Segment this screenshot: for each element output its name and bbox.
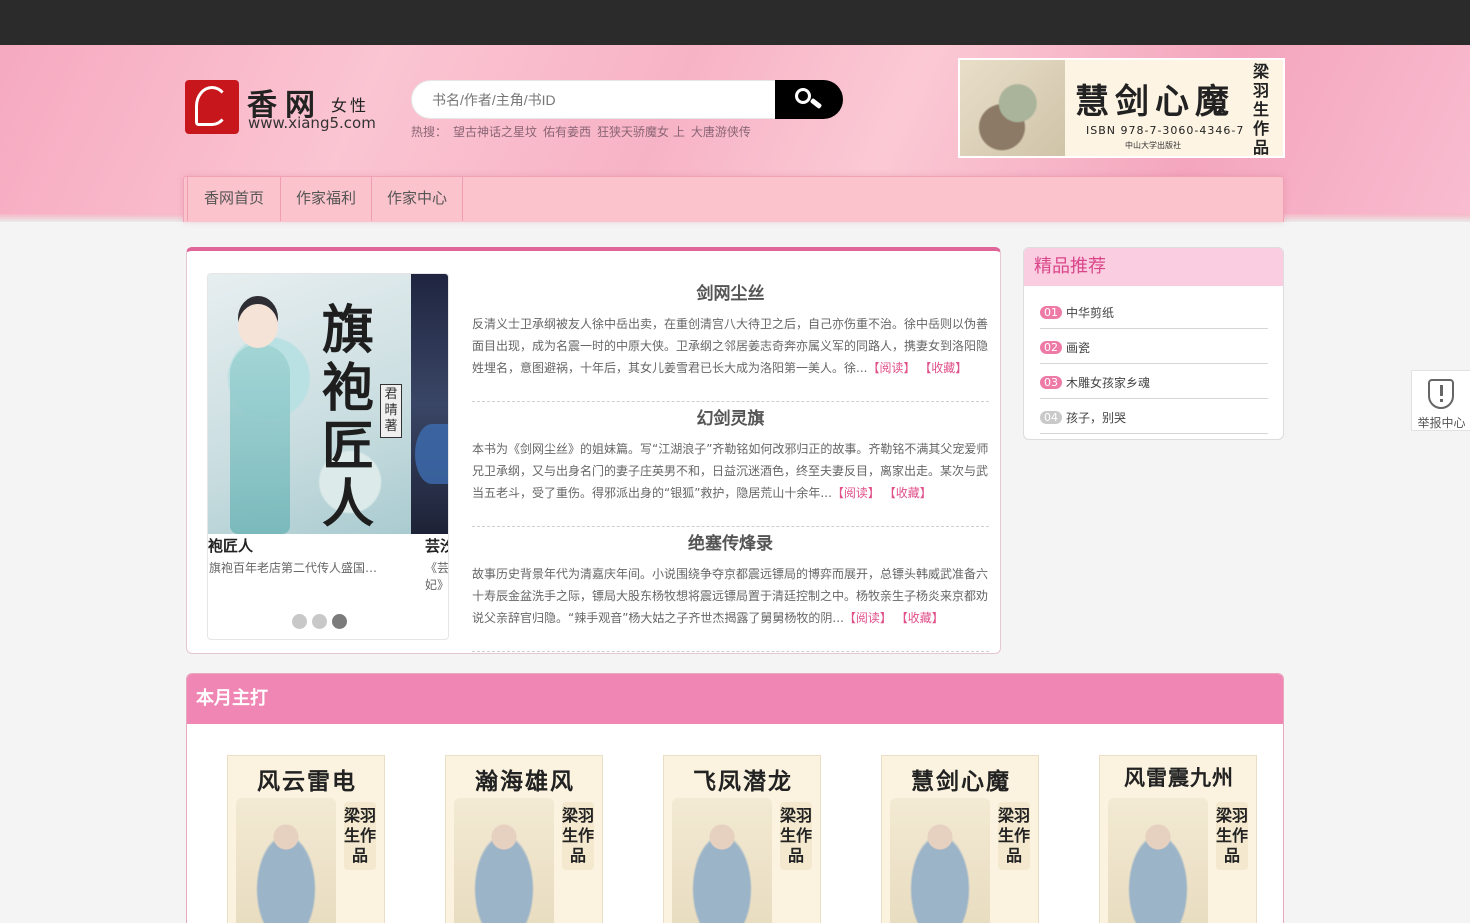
cover-book-title: 慧剑心魔 — [911, 768, 1011, 795]
recommend-title: 精品推荐 — [1024, 248, 1283, 286]
report-center-label: 举报中心 — [1417, 416, 1466, 430]
book-title[interactable]: 绝塞传烽录 — [472, 529, 989, 554]
cover-carousel: 旗袍匠人 君晴著 袍匠人 芸汐 旗袍百年老店第二代传人盛国… 《芸妃》 — [207, 273, 449, 640]
banner-isbn: ISBN 978-7-3060-4346-7 — [1086, 124, 1245, 137]
shield-icon — [1428, 379, 1454, 409]
cover-illustration — [454, 798, 554, 923]
monthly-book-cover[interactable]: 慧剑心魔 梁羽生作品 — [881, 755, 1039, 923]
cover-illustration — [890, 798, 990, 923]
monthly-cover-row: 风云雷电 梁羽生作品 瀚海雄风 梁羽生作品 飞凤潜龙 梁羽生作品 慧剑心魔 梁羽… — [227, 755, 1267, 923]
cover-author-vertical: 梁羽生作品 — [562, 802, 594, 870]
carousel-dot-active[interactable] — [332, 614, 347, 629]
collect-link[interactable]: 【收藏】 — [884, 486, 932, 500]
search-bar — [411, 80, 843, 119]
banner-title: 慧剑心魔 — [1075, 82, 1235, 122]
recommend-panel: 精品推荐 01 中华剪纸 02 画瓷 03 木雕女孩家乡魂 04 孩子，别哭 — [1023, 247, 1284, 440]
top-bar — [0, 0, 1470, 45]
hot-search-link[interactable]: 佑有姜西 — [543, 125, 591, 139]
featured-book: 剑网尘丝 反清义士卫承纲被友人徐中岳出卖，在重创清宫八大待卫之后，自己亦伤重不治… — [472, 277, 989, 402]
slide-title[interactable]: 袍匠人 — [208, 535, 408, 556]
site-logo[interactable]: 香网 女性 www.xiang5.com — [185, 80, 376, 136]
cover-author-vertical: 梁羽生作品 — [1216, 802, 1248, 870]
carousel-dot[interactable] — [312, 614, 327, 629]
slide-title[interactable]: 芸汐 — [425, 535, 448, 556]
recommend-item-name: 中华剪纸 — [1066, 306, 1115, 320]
rank-badge: 04 — [1040, 411, 1062, 424]
hot-search-link[interactable]: 望古神话之星坟 — [453, 125, 537, 139]
cover-author-vertical: 梁羽生作品 — [998, 802, 1030, 870]
recommend-item[interactable]: 04 孩子，别哭 — [1040, 399, 1268, 434]
carousel-next-cover[interactable] — [411, 274, 448, 534]
collect-link[interactable]: 【收藏】 — [896, 611, 944, 625]
hot-search-link[interactable]: 大唐游侠传 — [691, 125, 751, 139]
book-description: 故事历史背景年代为清嘉庆年间。小说围绕争夺京都震远镖局的博弈而展开，总镖头韩威武… — [472, 567, 989, 625]
hot-search-link[interactable]: 狂狭天骄魔女 上 — [597, 125, 685, 139]
search-input[interactable] — [411, 80, 781, 119]
nav-item-writer-center[interactable]: 作家中心 — [372, 177, 464, 221]
collect-link[interactable]: 【收藏】 — [919, 361, 967, 375]
logo-subtitle: 女性 — [331, 96, 370, 115]
cover-book-title: 风云雷电 — [257, 768, 357, 795]
search-button[interactable] — [775, 80, 843, 119]
slide-description: 《芸妃》 — [425, 561, 449, 592]
rank-badge: 02 — [1040, 341, 1062, 354]
hot-search-label: 热搜： — [411, 125, 448, 139]
featured-section: 旗袍匠人 君晴著 袍匠人 芸汐 旗袍百年老店第二代传人盛国… 《芸妃》 剑网尘丝… — [186, 247, 1001, 654]
read-link[interactable]: 【阅读】 — [867, 361, 915, 375]
logo-url: www.xiang5.com — [248, 114, 376, 132]
monthly-book-cover[interactable]: 飞凤潜龙 梁羽生作品 — [663, 755, 821, 923]
cover-author-vertical: 梁羽生作品 — [344, 802, 376, 870]
promo-banner[interactable]: 慧剑心魔 ISBN 978-7-3060-4346-7 中山大学出版社 梁羽生作… — [958, 58, 1285, 158]
carousel-dots — [292, 614, 352, 630]
read-link[interactable]: 【阅读】 — [832, 486, 880, 500]
hot-search: 热搜： 望古神话之星坟 佑有姜西 狂狭天骄魔女 上大唐游侠传 — [411, 123, 757, 140]
banner-author-vertical: 梁羽生作品 — [1252, 62, 1269, 157]
featured-book-list: 剑网尘丝 反清义士卫承纲被友人徐中岳出卖，在重创清宫八大待卫之后，自己亦伤重不治… — [472, 277, 989, 652]
cover-illustration — [1108, 798, 1208, 923]
banner-illustration — [960, 60, 1065, 156]
rank-badge: 01 — [1040, 306, 1062, 319]
cover-book-title: 飞凤潜龙 — [693, 768, 793, 795]
recommend-item-name: 画瓷 — [1066, 341, 1091, 355]
monthly-picks-title: 本月主打 — [187, 674, 1283, 724]
cover-illustration — [672, 798, 772, 923]
monthly-book-cover[interactable]: 瀚海雄风 梁羽生作品 — [445, 755, 603, 923]
monthly-book-cover[interactable]: 风雷震九州 梁羽生作品 — [1099, 755, 1257, 923]
search-icon — [795, 88, 811, 104]
recommend-item-name: 木雕女孩家乡魂 — [1066, 376, 1151, 390]
recommend-item[interactable]: 03 木雕女孩家乡魂 — [1040, 364, 1268, 399]
cover-author-vertical: 梁羽生作品 — [780, 802, 812, 870]
read-link[interactable]: 【阅读】 — [844, 611, 892, 625]
book-title[interactable]: 剑网尘丝 — [472, 279, 989, 304]
featured-book: 幻剑灵旗 本书为《剑网尘丝》的姐妹篇。写“江湖浪子”齐勒铭如何改邪归正的故事。齐… — [472, 402, 989, 527]
cover-book-title: 风雷震九州 — [1124, 765, 1234, 790]
book-description: 本书为《剑网尘丝》的姐妹篇。写“江湖浪子”齐勒铭如何改邪归正的故事。齐勒铭不满其… — [472, 442, 989, 500]
cover-author: 君晴著 — [380, 384, 402, 438]
monthly-book-cover[interactable]: 风云雷电 梁羽生作品 — [227, 755, 385, 923]
cover-title: 旗袍匠人 — [321, 300, 374, 534]
nav-item-writer-benefits[interactable]: 作家福利 — [281, 177, 373, 221]
recommend-item[interactable]: 02 画瓷 — [1040, 329, 1268, 364]
book-title[interactable]: 幻剑灵旗 — [472, 404, 989, 429]
report-center-button[interactable]: 举报中心 — [1411, 370, 1470, 431]
carousel-cover-image[interactable]: 旗袍匠人 君晴著 — [208, 274, 411, 534]
monthly-picks-section: 本月主打 风云雷电 梁羽生作品 瀚海雄风 梁羽生作品 飞凤潜龙 梁羽生作品 慧剑… — [186, 673, 1284, 923]
slide-description: 旗袍百年老店第二代传人盛国… — [209, 561, 378, 575]
featured-book: 绝塞传烽录 故事历史背景年代为清嘉庆年间。小说围绕争夺京都震远镖局的博弈而展开，… — [472, 527, 989, 652]
recommend-list: 01 中华剪纸 02 画瓷 03 木雕女孩家乡魂 04 孩子，别哭 — [1024, 286, 1283, 434]
cover-book-title: 瀚海雄风 — [475, 768, 575, 795]
cover-illustration — [236, 798, 336, 923]
banner-publisher: 中山大学出版社 — [1125, 141, 1181, 150]
recommend-item-name: 孩子，别哭 — [1066, 411, 1127, 425]
rank-badge: 03 — [1040, 376, 1062, 389]
recommend-item[interactable]: 01 中华剪纸 — [1040, 294, 1268, 329]
logo-icon — [185, 80, 239, 134]
carousel-dot[interactable] — [292, 614, 307, 629]
main-nav: 香网首页 作家福利 作家中心 — [183, 176, 1284, 222]
nav-item-home[interactable]: 香网首页 — [187, 177, 282, 221]
book-description: 反清义士卫承纲被友人徐中岳出卖，在重创清宫八大待卫之后，自己亦伤重不治。徐中岳则… — [472, 317, 989, 375]
